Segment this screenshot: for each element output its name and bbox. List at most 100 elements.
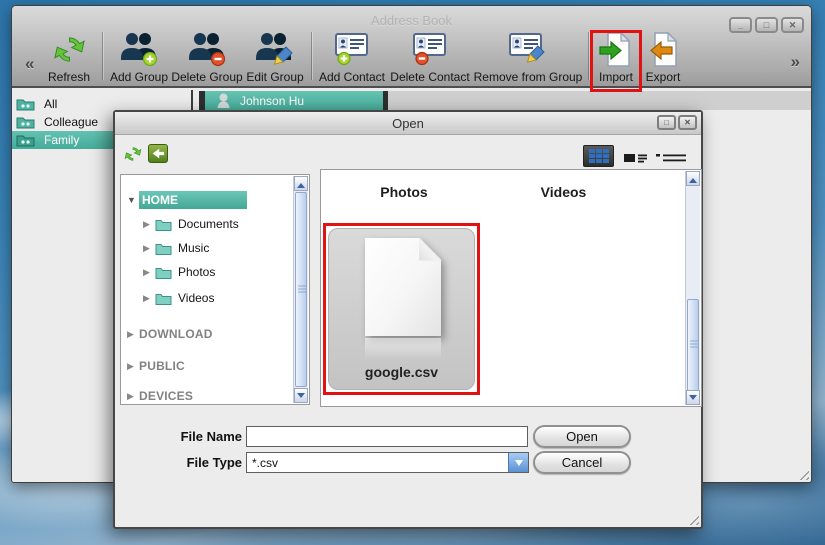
tree-item-documents[interactable]: ▶ Documents — [143, 215, 239, 233]
import-button[interactable]: Import — [593, 24, 639, 84]
add-group-icon — [119, 30, 159, 68]
tree-collapsed-icon[interactable]: ▶ — [127, 329, 139, 340]
edit-group-button[interactable]: Edit Group — [243, 24, 307, 84]
dialog-refresh-button[interactable] — [124, 145, 142, 168]
tree-collapsed-icon[interactable]: ▶ — [143, 293, 155, 304]
toolbar-collapse-left-icon[interactable]: « — [25, 54, 34, 74]
list-view-icon — [624, 152, 648, 164]
folder-tree-panel: ▼ HOME ▶ Documents ▶ Music ▶ Photos ▶ — [120, 174, 310, 405]
dialog-resize-grip[interactable] — [686, 512, 699, 525]
tree-item-label: Videos — [178, 291, 214, 305]
tree-collapsed-icon[interactable]: ▶ — [127, 391, 139, 402]
remove-from-group-button[interactable]: Remove from Group — [472, 24, 584, 84]
tree-item-label: Documents — [178, 217, 239, 231]
open-dialog-titlebar[interactable]: Open □ ✕ — [115, 112, 701, 135]
folder-icon — [155, 242, 172, 255]
scroll-down-icon[interactable] — [686, 390, 700, 405]
toolbar-overflow-right-icon[interactable]: » — [791, 52, 800, 72]
dropdown-chevron-icon[interactable] — [508, 453, 528, 472]
tree-collapsed-icon[interactable]: ▶ — [143, 219, 155, 230]
tree-item-music[interactable]: ▶ Music — [143, 239, 209, 257]
tree-collapsed-icon[interactable]: ▶ — [143, 243, 155, 254]
file-name-label: google.csv — [326, 364, 477, 380]
scroll-up-icon[interactable] — [686, 171, 700, 186]
file-name-input[interactable] — [246, 426, 528, 447]
group-folder-icon — [16, 115, 35, 129]
export-icon — [646, 30, 680, 68]
tree-item-public[interactable]: ▶ PUBLIC — [127, 357, 185, 375]
file-list-scrollbar[interactable] — [685, 171, 700, 405]
back-button[interactable] — [148, 144, 168, 163]
file-name-label: File Name — [145, 429, 242, 444]
tree-item-label: PUBLIC — [139, 359, 185, 373]
delete-group-button[interactable]: Delete Group — [171, 24, 243, 84]
dialog-maximize-button[interactable]: □ — [657, 115, 676, 130]
folder-icon — [155, 292, 172, 305]
toolbar-separator — [311, 32, 312, 80]
group-folder-icon — [16, 133, 35, 147]
tree-item-download[interactable]: ▶ DOWNLOAD — [127, 325, 213, 343]
tree-item-videos[interactable]: ▶ Videos — [143, 289, 214, 307]
sidebar-item-label: All — [44, 97, 57, 111]
export-button[interactable]: Export — [639, 24, 687, 84]
delete-contact-button[interactable]: Delete Contact — [388, 24, 472, 84]
refresh-icon — [124, 145, 142, 163]
window-controls: _ □ ✕ — [729, 17, 804, 33]
file-scrollbar-thumb[interactable] — [687, 299, 699, 391]
back-arrow-icon — [151, 147, 165, 160]
contact-list-header-row: Johnson Hu — [195, 91, 811, 110]
refresh-icon — [53, 30, 86, 68]
contact-row-johnson-hu[interactable]: Johnson Hu — [205, 91, 383, 110]
tree-item-devices[interactable]: ▶ DEVICES — [127, 387, 193, 405]
tree-collapsed-icon[interactable]: ▶ — [143, 267, 155, 278]
toolbar-separator — [102, 32, 103, 80]
add-group-button[interactable]: Add Group — [107, 24, 171, 84]
tree-expanded-icon[interactable]: ▼ — [127, 195, 139, 205]
delete-group-icon — [187, 30, 227, 68]
tree-item-photos[interactable]: ▶ Photos — [143, 263, 215, 281]
cancel-button[interactable]: Cancel — [533, 451, 631, 474]
folder-item-photos[interactable]: Photos — [349, 184, 459, 200]
dialog-controls: □ ✕ — [657, 115, 697, 130]
open-button[interactable]: Open — [533, 425, 631, 448]
toolbar: Refresh Add Group — [40, 24, 687, 84]
file-type-label: File Type — [145, 455, 242, 470]
tree-item-label: DEVICES — [139, 389, 193, 403]
toolbar-separator — [588, 32, 589, 80]
tree-item-label: HOME — [139, 191, 247, 209]
group-folder-icon — [16, 97, 35, 111]
add-contact-button[interactable]: Add Contact — [316, 24, 388, 84]
refresh-button[interactable]: Refresh — [40, 24, 98, 84]
contact-name: Johnson Hu — [240, 94, 304, 108]
file-type-select[interactable]: *.csv — [246, 452, 529, 473]
maximize-button[interactable]: □ — [755, 17, 778, 33]
tree-item-label: Music — [178, 241, 209, 255]
thumbnail-view-button[interactable] — [583, 145, 614, 167]
file-list-panel: Photos Videos google.csv — [320, 169, 702, 407]
desktop: { "main_window": { "title": "Address Boo… — [0, 0, 825, 545]
dialog-close-button[interactable]: ✕ — [678, 115, 697, 130]
scroll-down-icon[interactable] — [294, 388, 308, 403]
folder-icon — [155, 218, 172, 231]
file-item-google-csv[interactable]: google.csv — [323, 223, 480, 395]
dialog-title: Open — [115, 116, 701, 131]
tree-collapsed-icon[interactable]: ▶ — [127, 361, 139, 372]
address-book-titlebar-toolbar[interactable]: Address Book _ □ ✕ « » Refresh — [12, 6, 811, 88]
file-type-value: *.csv — [247, 456, 508, 470]
folder-item-videos[interactable]: Videos — [506, 184, 621, 200]
delete-contact-icon — [411, 30, 449, 68]
csv-file-icon — [365, 238, 441, 336]
tree-item-label: DOWNLOAD — [139, 327, 213, 341]
tree-item-home[interactable]: ▼ HOME — [127, 191, 247, 209]
open-dialog: Open □ ✕ — [113, 110, 703, 529]
tree-scrollbar-thumb[interactable] — [295, 192, 307, 387]
minimize-button[interactable]: _ — [729, 17, 752, 33]
file-icon-reflection — [365, 338, 441, 360]
close-button[interactable]: ✕ — [781, 17, 804, 33]
scroll-up-icon[interactable] — [294, 176, 308, 191]
tree-scrollbar[interactable] — [293, 176, 308, 403]
list-view-button[interactable] — [624, 151, 648, 169]
import-icon — [599, 30, 633, 68]
detail-view-button[interactable] — [656, 151, 686, 169]
remove-from-group-icon — [508, 30, 548, 68]
